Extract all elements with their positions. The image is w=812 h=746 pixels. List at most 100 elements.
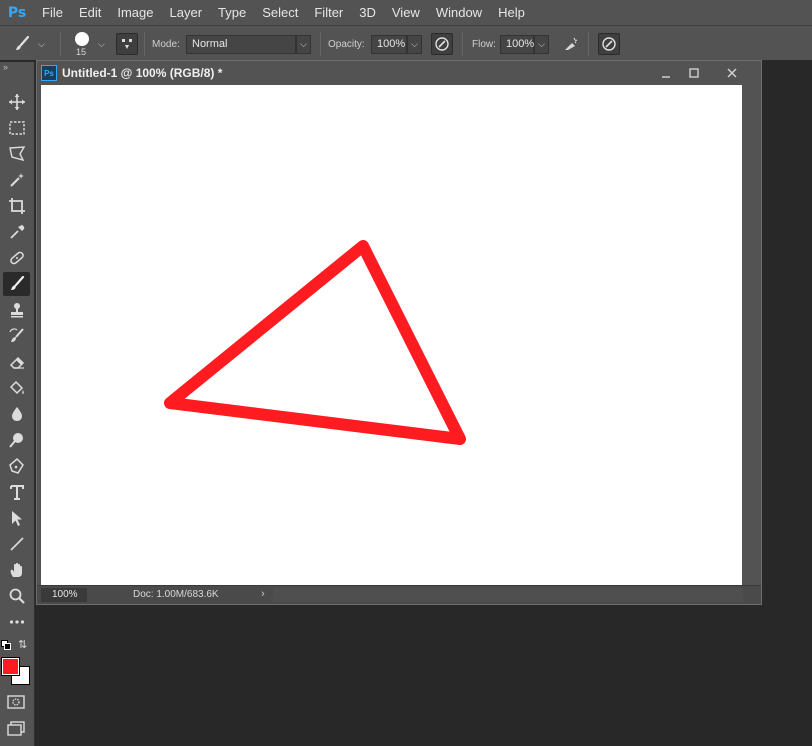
opacity-dropdown-button[interactable]: ⌵ xyxy=(407,34,422,54)
more-tools[interactable] xyxy=(3,610,30,634)
horizontal-scrollbar[interactable] xyxy=(273,588,743,602)
close-icon xyxy=(727,68,737,78)
menu-window[interactable]: Window xyxy=(428,0,490,25)
document-info[interactable]: Doc: 1.00M/683.6K xyxy=(133,589,219,600)
quick-mask-button[interactable] xyxy=(6,694,26,710)
brush-tip-icon xyxy=(75,32,89,46)
document-title: Untitled-1 @ 100% (RGB/8) * xyxy=(62,66,223,80)
foreground-color-swatch[interactable] xyxy=(1,657,20,676)
eraser-tool[interactable] xyxy=(3,350,30,374)
path-selection-tool[interactable] xyxy=(3,506,30,530)
opacity-field[interactable]: 100% xyxy=(371,34,407,54)
zoom-level-field[interactable]: 100% xyxy=(41,588,87,602)
pressure-size-button[interactable] xyxy=(598,33,620,55)
menu-select[interactable]: Select xyxy=(254,0,306,25)
chevron-down-icon: ⌵ xyxy=(300,38,307,49)
options-bar: ⌵ 15 ⌵ Mode: Normal ⌵ Opacity: 100% ⌵ Fl… xyxy=(0,25,812,61)
tool-preset-picker[interactable]: ⌵ xyxy=(12,26,45,62)
airbrush-button[interactable] xyxy=(560,33,582,55)
hand-icon xyxy=(10,562,22,577)
eraser-icon xyxy=(9,356,24,369)
brush-size-value: 15 xyxy=(76,47,87,57)
menu-3d[interactable]: 3D xyxy=(351,0,384,25)
flow-dropdown-button[interactable]: ⌵ xyxy=(534,34,549,54)
history-brush-tool[interactable] xyxy=(3,324,30,348)
drop-icon xyxy=(11,407,22,421)
line-tool[interactable] xyxy=(3,532,30,556)
pen-pressure-icon xyxy=(435,37,449,51)
chevron-down-icon: ⌵ xyxy=(538,38,545,49)
eyedropper-icon xyxy=(9,225,24,239)
rectangular-marquee-icon xyxy=(8,121,25,135)
clone-stamp-tool[interactable] xyxy=(3,298,30,322)
crop-icon xyxy=(8,198,25,214)
document-window: Ps Untitled-1 @ 100% (RGB/8) * 100% Doc:… xyxy=(36,60,762,605)
tools-panel: » ⇅ xyxy=(0,62,35,746)
paint-bucket-tool[interactable] xyxy=(3,376,30,400)
menu-view[interactable]: View xyxy=(384,0,428,25)
menu-items: File Edit Image Layer Type Select Filter… xyxy=(34,0,533,25)
brush-preset-icon xyxy=(16,35,30,50)
vertical-scrollbar[interactable] xyxy=(742,85,761,585)
pressure-opacity-button[interactable] xyxy=(431,33,453,55)
menu-image[interactable]: Image xyxy=(109,0,161,25)
menu-help[interactable]: Help xyxy=(490,0,533,25)
type-tool[interactable] xyxy=(3,480,30,504)
pen-pressure-size-icon xyxy=(602,37,616,51)
menu-file[interactable]: File xyxy=(34,0,71,25)
zoom-tool[interactable] xyxy=(3,584,30,608)
crop-tool[interactable] xyxy=(3,194,30,218)
menu-filter[interactable]: Filter xyxy=(306,0,351,25)
minimize-button[interactable] xyxy=(651,63,681,83)
move-icon xyxy=(8,94,25,110)
default-colors-button[interactable] xyxy=(1,640,11,650)
magnifier-icon xyxy=(9,588,25,604)
triangle-stroke xyxy=(164,240,466,445)
brush-panel-toggle-button[interactable] xyxy=(116,33,138,55)
dodge-tool[interactable] xyxy=(3,428,30,452)
status-bar: 100% Doc: 1.00M/683.6K › xyxy=(37,585,761,604)
magic-wand-tool[interactable] xyxy=(3,168,30,192)
chevron-down-icon: ⌵ xyxy=(38,38,45,49)
swap-colors-icon[interactable]: ⇅ xyxy=(18,638,27,651)
move-tool[interactable] xyxy=(3,90,30,114)
collapse-panel-icon[interactable]: » xyxy=(3,62,8,72)
screen-mode-icon xyxy=(7,721,25,736)
screen-mode-button[interactable] xyxy=(6,720,26,736)
brush-size-picker[interactable]: 15 ⌵ xyxy=(72,26,105,62)
blur-tool[interactable] xyxy=(3,402,30,426)
brush-tool[interactable] xyxy=(3,272,30,296)
menu-edit[interactable]: Edit xyxy=(71,0,109,25)
hand-tool[interactable] xyxy=(3,558,30,582)
photoshop-logo: Ps xyxy=(7,4,27,21)
chevron-right-icon[interactable]: › xyxy=(261,588,265,600)
flow-field[interactable]: 100% xyxy=(500,34,534,54)
paint-bucket-icon xyxy=(9,380,24,395)
lasso-tool[interactable] xyxy=(3,142,30,166)
type-icon xyxy=(9,485,24,500)
line-icon xyxy=(9,537,24,551)
menu-layer[interactable]: Layer xyxy=(162,0,211,25)
mode-dropdown-button[interactable]: ⌵ xyxy=(296,34,311,54)
minimize-icon xyxy=(662,76,670,78)
menu-type[interactable]: Type xyxy=(210,0,254,25)
chevron-down-icon: ⌵ xyxy=(411,38,418,49)
canvas[interactable] xyxy=(41,85,742,585)
healing-brush-tool[interactable] xyxy=(3,246,30,270)
band-aid-icon xyxy=(9,251,24,265)
polygonal-lasso-icon xyxy=(8,146,25,162)
maximize-button[interactable] xyxy=(679,63,709,83)
mode-select[interactable]: Normal xyxy=(186,34,296,54)
dodge-icon xyxy=(8,433,23,448)
airbrush-icon xyxy=(565,37,578,50)
quick-mask-icon xyxy=(7,695,25,709)
pen-icon xyxy=(8,457,24,474)
pen-tool[interactable] xyxy=(3,454,30,478)
stamp-icon xyxy=(10,303,23,318)
close-button[interactable] xyxy=(717,63,747,83)
eyedropper-tool[interactable] xyxy=(3,220,30,244)
maximize-icon xyxy=(689,68,699,78)
marquee-tool[interactable] xyxy=(3,116,30,140)
ellipsis-icon xyxy=(9,620,24,624)
document-title-bar[interactable]: Ps Untitled-1 @ 100% (RGB/8) * xyxy=(37,61,761,85)
